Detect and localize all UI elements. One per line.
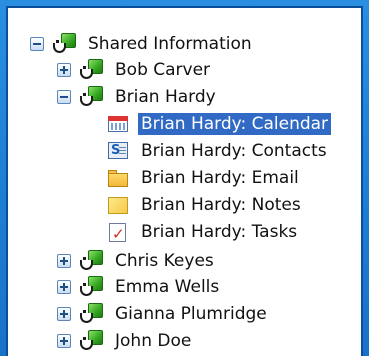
tree-node-bob-carver[interactable]: Bob Carver: [57, 56, 213, 83]
shared-folder-icon: [79, 329, 105, 353]
expand-toggle[interactable]: [57, 333, 71, 348]
tree-node-label: Brian Hardy: Notes: [141, 194, 301, 215]
tree-node-brian-hardy-notes[interactable]: Brian Hardy: Notes: [107, 191, 304, 218]
tree-node-label: Emma Wells: [115, 276, 220, 297]
tree-node-label: John Doe: [115, 330, 192, 351]
expand-toggle[interactable]: [57, 306, 71, 321]
email-folder-icon: [107, 167, 129, 189]
tree-node-label: Shared Information: [88, 33, 252, 54]
expand-toggle[interactable]: [57, 279, 71, 294]
shared-information-tree: Shared Information Bob Carver Brian Hard…: [6, 6, 363, 356]
notes-icon: [107, 194, 129, 216]
collapse-toggle[interactable]: [57, 89, 71, 104]
tree-node-label: Brian Hardy: Calendar: [138, 112, 332, 135]
tree-node-brian-hardy-contacts[interactable]: S Brian Hardy: Contacts: [107, 137, 330, 164]
tree-node-label: Bob Carver: [115, 59, 211, 80]
tree-node-gianna-plumridge[interactable]: Gianna Plumridge: [57, 300, 270, 327]
collapse-toggle[interactable]: [30, 36, 44, 51]
shared-folder-icon: [79, 249, 105, 273]
tree-node-brian-hardy-tasks[interactable]: ✓ Brian Hardy: Tasks: [107, 218, 300, 245]
expand-toggle[interactable]: [57, 62, 71, 77]
tasks-icon: ✓: [107, 221, 129, 243]
shared-folder-icon: [79, 302, 105, 326]
tree-node-label: Brian Hardy: [115, 86, 216, 107]
tree-node-brian-hardy-email[interactable]: Brian Hardy: Email: [107, 164, 302, 191]
expand-toggle[interactable]: [57, 253, 71, 268]
tree-node-label: Brian Hardy: Contacts: [141, 140, 327, 161]
tree-node-shared-information[interactable]: Shared Information: [30, 30, 255, 57]
shared-folder-icon: [79, 85, 105, 109]
tree-node-label: Gianna Plumridge: [115, 303, 267, 324]
shared-folder-icon: [52, 32, 78, 56]
tree-node-label: Chris Keyes: [115, 250, 214, 271]
contacts-icon: S: [107, 140, 129, 162]
tree-node-john-doe[interactable]: John Doe: [57, 327, 194, 354]
tree-node-label: Brian Hardy: Email: [141, 167, 299, 188]
tree-node-brian-hardy[interactable]: Brian Hardy: [57, 83, 219, 110]
tree-node-label: Brian Hardy: Tasks: [141, 221, 298, 242]
calendar-icon: [107, 113, 129, 135]
tree-node-emma-wells[interactable]: Emma Wells: [57, 273, 222, 300]
shared-folder-icon: [79, 275, 105, 299]
tree-node-chris-keyes[interactable]: Chris Keyes: [57, 247, 217, 274]
tree-node-brian-hardy-calendar[interactable]: Brian Hardy: Calendar: [107, 110, 332, 137]
shared-folder-icon: [79, 58, 105, 82]
